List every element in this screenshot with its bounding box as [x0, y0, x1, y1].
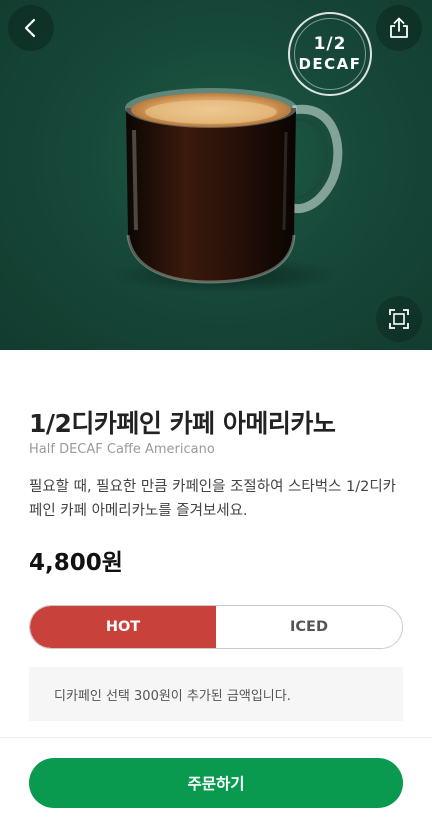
back-button[interactable]: [8, 5, 54, 51]
iced-option[interactable]: ICED: [216, 606, 402, 648]
order-button[interactable]: 주문하기: [29, 758, 403, 808]
expand-icon: [389, 309, 409, 329]
decaf-badge: 1/2 DECAF: [288, 12, 372, 96]
product-hero-image: 1/2 DECAF: [0, 0, 432, 350]
product-english-name: Half DECAF Caffe Americano: [29, 442, 215, 457]
product-title: 1/2디카페인 카페 아메리카노: [29, 409, 336, 438]
share-icon: [390, 17, 408, 38]
hot-option[interactable]: HOT: [30, 606, 216, 648]
decaf-price-notice: 디카페인 선택 300원이 추가된 금액입니다.: [29, 667, 403, 721]
temperature-toggle: HOT ICED: [29, 605, 403, 649]
product-price: 4,800원: [29, 550, 123, 576]
badge-inner-ring: [294, 18, 366, 90]
coffee-mug-image: [110, 88, 343, 293]
product-description: 필요할 때, 필요한 만큼 카페인을 조절하여 스타벅스 1/2디카페인 카페 …: [29, 479, 397, 519]
share-button[interactable]: [376, 5, 422, 51]
expand-image-button[interactable]: [376, 296, 422, 342]
chevron-left-icon: [24, 18, 36, 38]
bottom-divider: [0, 737, 432, 738]
